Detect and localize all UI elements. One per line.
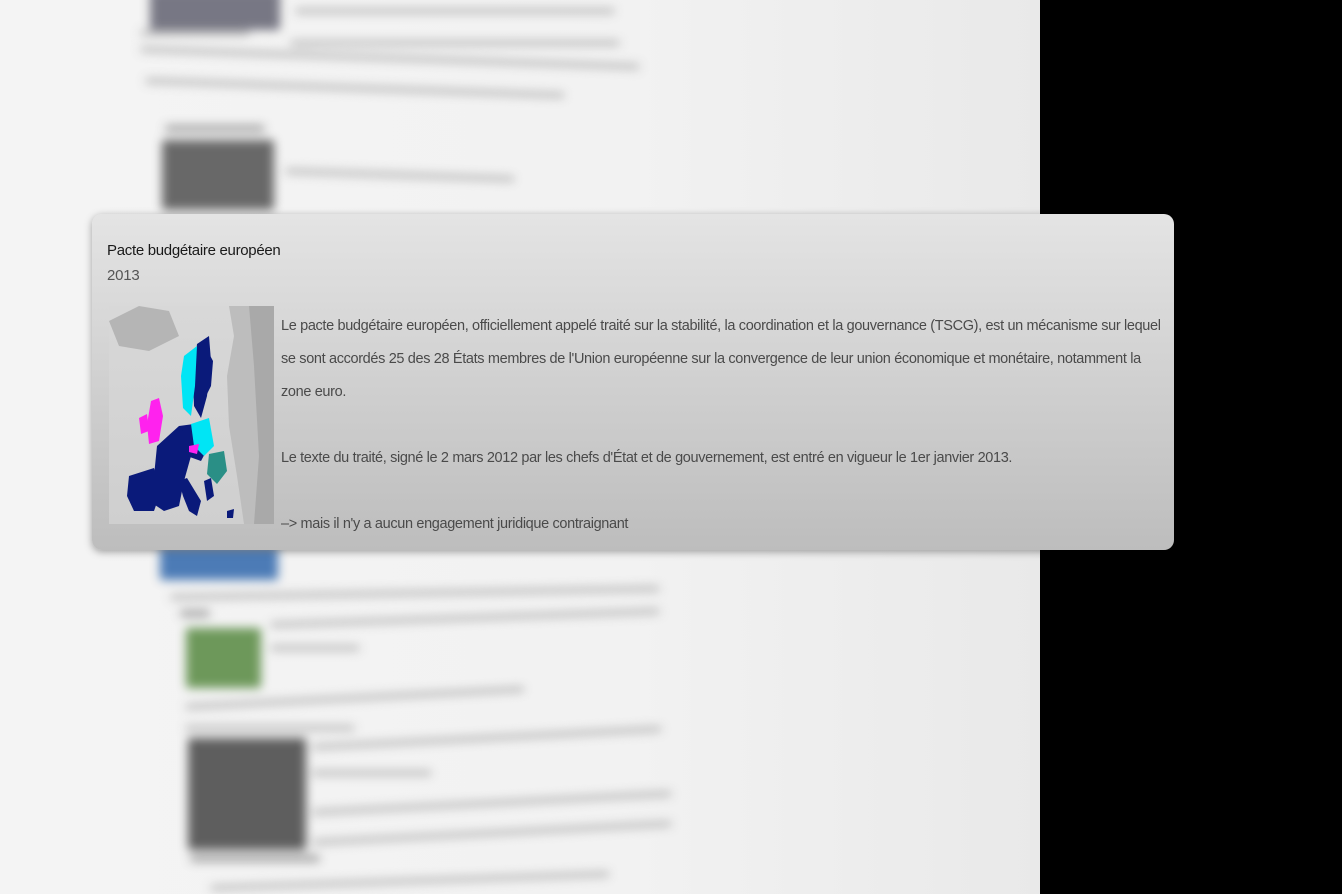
blurred-text-line [140, 46, 640, 70]
blurred-text-line [165, 125, 265, 132]
card-description: Le pacte budgétaire européen, officielle… [281, 310, 1161, 550]
blurred-text-line [145, 77, 565, 99]
blurred-text-line [169, 585, 661, 601]
blurred-text-line [140, 30, 250, 36]
blurred-text-line [190, 855, 320, 862]
blurred-thumbnail [186, 628, 261, 688]
blurred-thumbnail [160, 548, 278, 580]
blurred-text-line [312, 725, 662, 751]
blurred-thumbnail [150, 0, 280, 30]
card-paragraph-3: –> mais il n'y a aucun engagement juridi… [281, 516, 629, 532]
blurred-text-line [295, 8, 615, 14]
card-title: Pacte budgétaire européen [107, 242, 281, 259]
blurred-text-line [312, 790, 672, 816]
card-paragraph-2: Le texte du traité, signé le 2 mars 2012… [281, 450, 1013, 466]
blurred-text-line [290, 40, 620, 46]
blurred-text-line [185, 686, 525, 710]
blurred-text-line [210, 871, 610, 891]
blurred-thumbnail [162, 140, 274, 210]
blurred-text-line [312, 770, 432, 776]
blurred-text-line [284, 167, 516, 183]
info-card[interactable]: Pacte budgétaire européen 2013 Le pacte … [92, 214, 1174, 550]
card-year: 2013 [107, 267, 140, 284]
blurred-text-line [180, 610, 210, 617]
blurred-text-line [270, 608, 660, 628]
blurred-text-line [185, 725, 355, 731]
card-paragraph-1: Le pacte budgétaire européen, officielle… [281, 318, 1161, 400]
screen: Pacte budgétaire européen 2013 Le pacte … [0, 0, 1342, 894]
card-paragraph-4: –> « Pactes sans sabres, ne sont que pal… [281, 541, 1161, 550]
blurred-text-line [312, 820, 672, 846]
europe-map-image [109, 306, 274, 524]
blurred-text-line [270, 645, 360, 651]
blurred-thumbnail [188, 738, 306, 850]
europe-map-svg [109, 306, 274, 524]
